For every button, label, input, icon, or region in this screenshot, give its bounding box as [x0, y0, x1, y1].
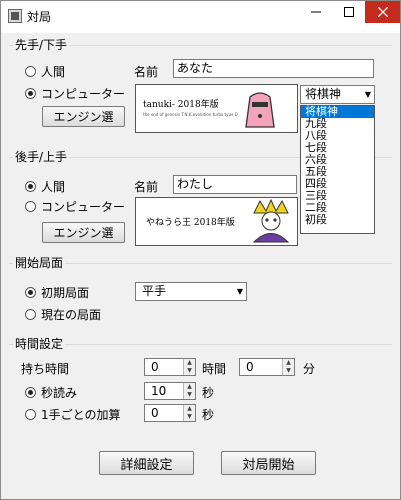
title-bar: 対局	[1, 1, 400, 33]
byoyomi-unit-label: 秒	[202, 386, 215, 400]
gote-human-radio[interactable]: 人間	[25, 178, 65, 195]
sente-group-label: 先手/下手	[13, 36, 70, 53]
sente-level-value: 将棋神	[305, 87, 342, 101]
sente-engine-banner: tanuki- 2018年版 the end of genesis T.N.K.…	[135, 84, 298, 133]
hours-spinner[interactable]: 0 ▲ ▼	[144, 358, 196, 376]
spin-up-icon[interactable]: ▲	[283, 359, 294, 367]
spinner-buttons[interactable]: ▲ ▼	[183, 383, 195, 399]
start-position-group-label: 開始局面	[13, 254, 66, 271]
radio-circle	[25, 287, 36, 298]
spin-up-icon[interactable]: ▲	[184, 383, 195, 391]
close-icon	[377, 7, 388, 17]
minutes-unit-label: 分	[303, 362, 316, 376]
hours-unit-label: 時間	[202, 362, 227, 376]
spin-down-icon[interactable]: ▼	[184, 367, 195, 375]
sente-name-input[interactable]: あなた	[173, 59, 374, 78]
increment-label: 1手ごとの加算	[41, 408, 121, 422]
close-button[interactable]	[365, 1, 400, 23]
minimize-button[interactable]	[299, 1, 332, 23]
increment-radio[interactable]: 1手ごとの加算	[25, 406, 121, 423]
gote-computer-radio[interactable]: コンピューター	[25, 198, 125, 215]
current-position-label: 現在の局面	[41, 308, 102, 322]
level-dropdown-list: 将棋神 九段 八段 七段 六段 五段 四段 三段 二段 初段	[300, 105, 375, 234]
spin-up-icon[interactable]: ▲	[184, 359, 195, 367]
radio-circle	[25, 387, 36, 398]
minutes-spinner[interactable]: 0 ▲ ▼	[239, 358, 295, 376]
gote-computer-label: コンピューター	[41, 200, 126, 214]
maximize-icon	[343, 7, 354, 17]
gote-engine-banner: やねうら王 2018年版	[135, 197, 298, 246]
app-icon	[8, 9, 22, 23]
dropdown-item[interactable]: 初段	[301, 214, 374, 226]
sente-name-label: 名前	[134, 65, 159, 79]
radio-circle	[25, 66, 36, 77]
minutes-value: 0	[246, 360, 254, 374]
start-game-button[interactable]: 対局開始	[221, 451, 316, 475]
byoyomi-label: 秒読み	[41, 386, 78, 400]
hours-value: 0	[151, 360, 159, 374]
increment-spinner[interactable]: 0 ▲ ▼	[144, 404, 196, 422]
gote-name-label: 名前	[134, 180, 159, 194]
gote-group-label: 後手/上手	[13, 148, 70, 165]
initial-position-label: 初期局面	[41, 286, 90, 300]
byoyomi-radio[interactable]: 秒読み	[25, 384, 77, 401]
chevron-down-icon: ▼	[364, 90, 371, 99]
spinner-buttons[interactable]: ▲ ▼	[183, 359, 195, 375]
radio-circle	[25, 409, 36, 420]
game-dialog: 対局 先手/下手 人間 コンピューター エンジン選 名前 あなた tanuki-…	[0, 0, 401, 500]
current-position-radio[interactable]: 現在の局面	[25, 306, 101, 323]
spinner-buttons[interactable]: ▲ ▼	[183, 405, 195, 421]
increment-unit-label: 秒	[202, 408, 215, 422]
spin-down-icon[interactable]: ▼	[283, 367, 294, 375]
sente-banner-text: tanuki- 2018年版	[143, 100, 219, 110]
byoyomi-spinner[interactable]: 10 ▲ ▼	[144, 382, 196, 400]
sente-engine-button[interactable]: エンジン選	[42, 106, 125, 127]
sente-computer-radio[interactable]: コンピューター	[25, 85, 125, 102]
spin-up-icon[interactable]: ▲	[184, 405, 195, 413]
spinner-buttons[interactable]: ▲ ▼	[282, 359, 294, 375]
gote-engine-button[interactable]: エンジン選	[42, 222, 125, 243]
sente-banner-subtext: the end of genesis T.N.K.evolution turbo…	[143, 112, 238, 117]
radio-circle	[25, 88, 36, 99]
handicap-select[interactable]: 平手 ▼	[135, 282, 247, 301]
gote-name-input[interactable]: わたし	[173, 175, 297, 194]
radio-circle	[25, 309, 36, 320]
initial-position-radio[interactable]: 初期局面	[25, 284, 89, 301]
radio-circle	[25, 201, 36, 212]
spin-down-icon[interactable]: ▼	[184, 413, 195, 421]
minimize-icon	[310, 11, 321, 13]
handicap-value: 平手	[142, 284, 167, 298]
gote-human-label: 人間	[41, 180, 66, 194]
gote-banner-text: やねうら王 2018年版	[146, 218, 235, 228]
yaneuraou-mascot-icon	[252, 199, 290, 243]
byoyomi-value: 10	[151, 384, 167, 398]
tanuki-mascot-icon	[245, 92, 275, 128]
increment-value: 0	[151, 406, 159, 420]
sente-level-select[interactable]: 将棋神 ▼	[300, 85, 375, 104]
time-label: 持ち時間	[21, 362, 70, 376]
radio-circle	[25, 181, 36, 192]
chevron-down-icon: ▼	[236, 287, 243, 296]
sente-human-radio[interactable]: 人間	[25, 63, 65, 80]
spin-down-icon[interactable]: ▼	[184, 391, 195, 399]
sente-human-label: 人間	[41, 65, 66, 79]
time-settings-group-label: 時間設定	[13, 335, 66, 352]
sente-computer-label: コンピューター	[41, 87, 126, 101]
window-title: 対局	[27, 10, 52, 24]
detail-settings-button[interactable]: 詳細設定	[99, 451, 194, 475]
maximize-button[interactable]	[332, 1, 365, 23]
